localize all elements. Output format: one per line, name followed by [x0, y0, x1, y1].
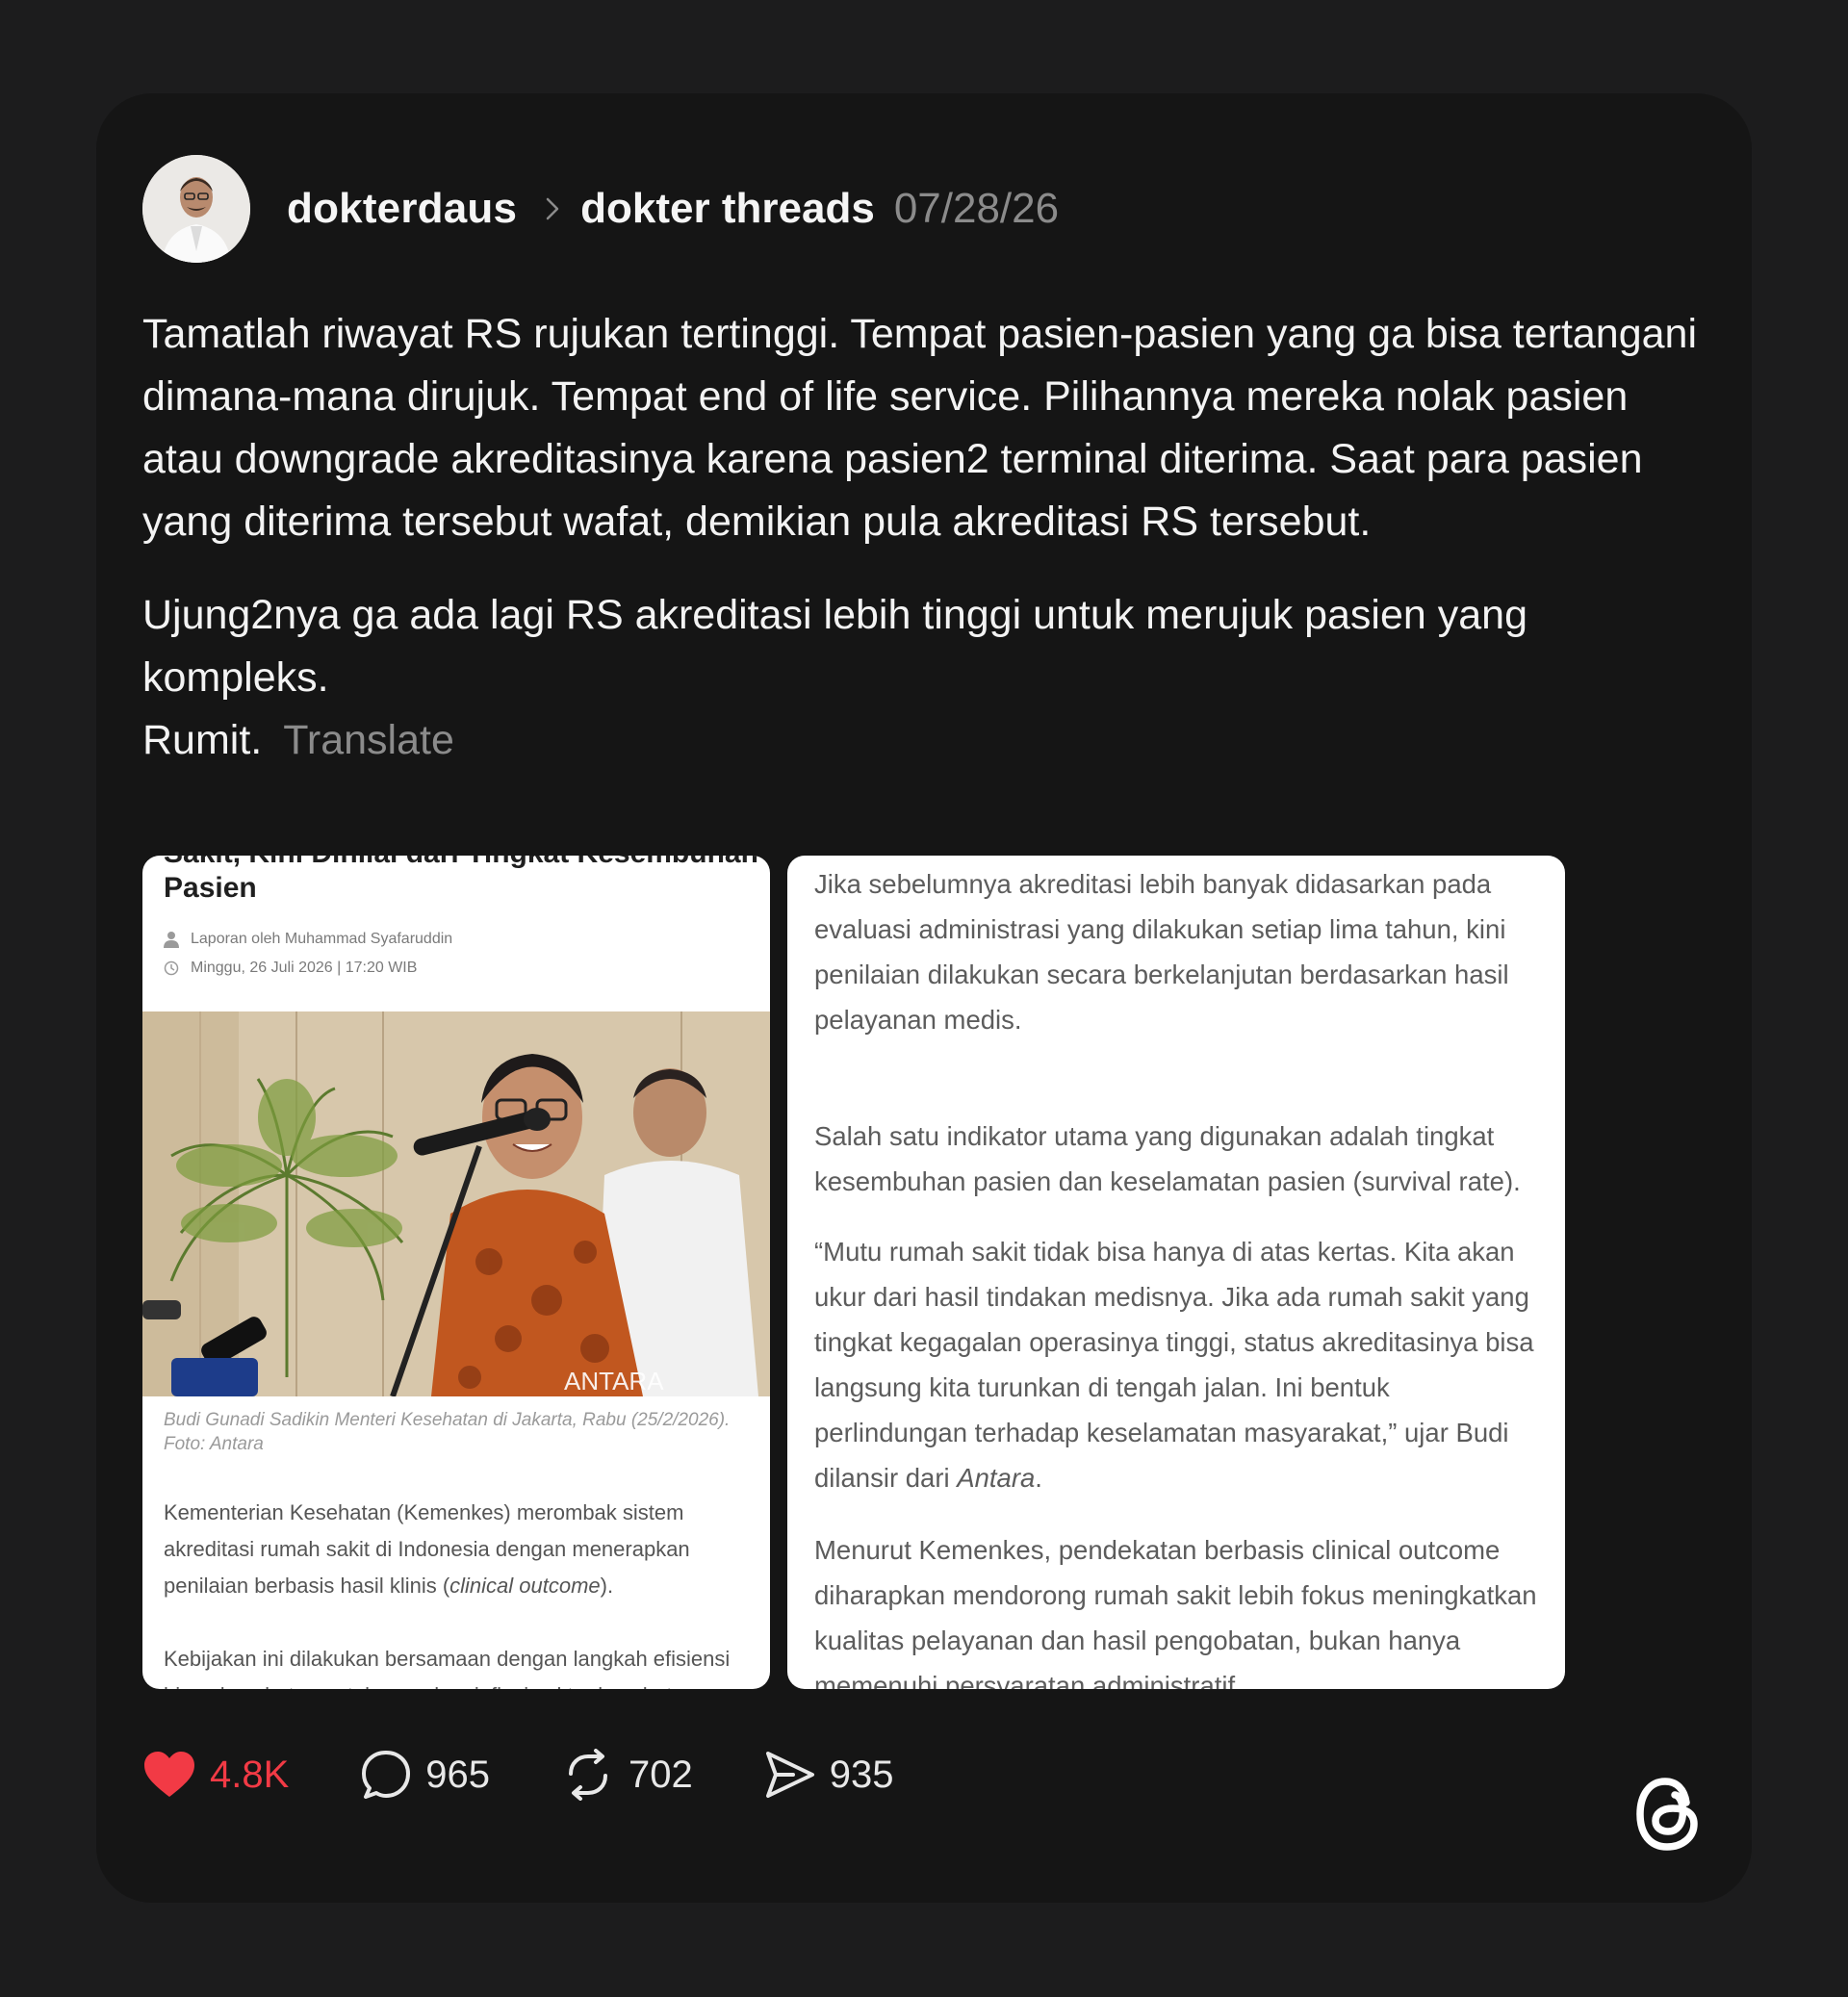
- thread-post-card: dokterdaus dokter threads 07/28/26 Tamat…: [96, 93, 1752, 1903]
- article-lead: Kementerian Kesehatan (Kemenkes) meromba…: [164, 1495, 751, 1604]
- post-paragraph: Ujung2nya ga ada lagi RS akreditasi lebi…: [142, 592, 1528, 701]
- attached-image-article-right[interactable]: Jika sebelumnya akreditasi lebih banyak …: [787, 856, 1565, 1689]
- article-paragraph: Menurut Kemenkes, pendekatan berbasis cl…: [814, 1535, 1537, 1689]
- share-count: 935: [829, 1753, 894, 1796]
- article-photo: ANTARA: [142, 1011, 770, 1397]
- photo-watermark: ANTARA: [564, 1367, 664, 1395]
- post-date: 07/28/26: [893, 185, 1060, 232]
- repost-count: 702: [629, 1753, 693, 1796]
- article-author: Laporan oleh Muhammad Syafaruddin: [164, 931, 452, 948]
- threads-logo-icon: [1630, 1774, 1706, 1855]
- reply-button[interactable]: 965: [360, 1749, 490, 1801]
- reply-count: 965: [425, 1753, 491, 1796]
- repost-icon: [569, 1749, 608, 1801]
- comment-icon: [362, 1751, 411, 1799]
- share-button[interactable]: 935: [764, 1750, 894, 1800]
- quote-source: Antara: [957, 1463, 1036, 1493]
- headline-line: Sakit, Kini Dinilai dari Tingkat Kesembu…: [164, 856, 760, 871]
- article-paragraph: Jika sebelumnya akreditasi lebih banyak …: [814, 869, 1509, 1035]
- post-actions: 4.8K 965 702 935: [142, 1749, 965, 1801]
- share-icon: [765, 1752, 814, 1798]
- attached-image-article-left[interactable]: Sakit, Kini Dinilai dari Tingkat Kesembu…: [142, 856, 770, 1689]
- author-text: Laporan oleh Muhammad Syafaruddin: [191, 931, 453, 947]
- datetime-text: Minggu, 26 Juli 2026 | 17:20 WIB: [191, 960, 418, 976]
- article-datetime: Minggu, 26 Juli 2026 | 17:20 WIB: [164, 960, 417, 977]
- article-paragraph: Kebijakan ini dilakukan bersamaan dengan…: [164, 1647, 731, 1689]
- post-header: dokterdaus dokter threads 07/28/26: [287, 182, 1059, 236]
- like-button[interactable]: 4.8K: [142, 1751, 289, 1799]
- post-paragraph: Rumit.: [142, 717, 263, 763]
- chevron-right-icon: [546, 197, 559, 220]
- clock-icon: [164, 960, 179, 976]
- post-body: Tamatlah riwayat RS rujukan tertinggi. T…: [142, 303, 1702, 772]
- photo-caption: Budi Gunadi Sadikin Menteri Kesehatan di…: [164, 1410, 731, 1454]
- lead-text-end: ).: [600, 1574, 614, 1598]
- quote-text: “Mutu rumah sakit tidak bisa hanya di at…: [814, 1237, 1534, 1493]
- heart-icon: [144, 1752, 194, 1797]
- username-link[interactable]: dokterdaus: [287, 185, 517, 233]
- article-quote-paragraph: “Mutu rumah sakit tidak bisa hanya di at…: [814, 1229, 1546, 1500]
- like-count: 4.8K: [210, 1753, 290, 1796]
- avatar[interactable]: [142, 155, 250, 263]
- person-icon: [164, 932, 179, 948]
- article-headline: Sakit, Kini Dinilai dari Tingkat Kesembu…: [164, 856, 760, 906]
- repost-button[interactable]: 702: [561, 1749, 693, 1801]
- article-paragraph: Salah satu indikator utama yang digunaka…: [814, 1121, 1521, 1196]
- post-last-line: Rumit. Translate: [142, 709, 1702, 772]
- lead-italic: clinical outcome: [449, 1574, 601, 1598]
- headline-line: Pasien: [164, 872, 257, 904]
- topic-link[interactable]: dokter threads: [580, 185, 875, 233]
- post-paragraph: Tamatlah riwayat RS rujukan tertinggi. T…: [142, 311, 1698, 545]
- translate-link[interactable]: Translate: [283, 717, 454, 763]
- quote-end: .: [1035, 1463, 1042, 1493]
